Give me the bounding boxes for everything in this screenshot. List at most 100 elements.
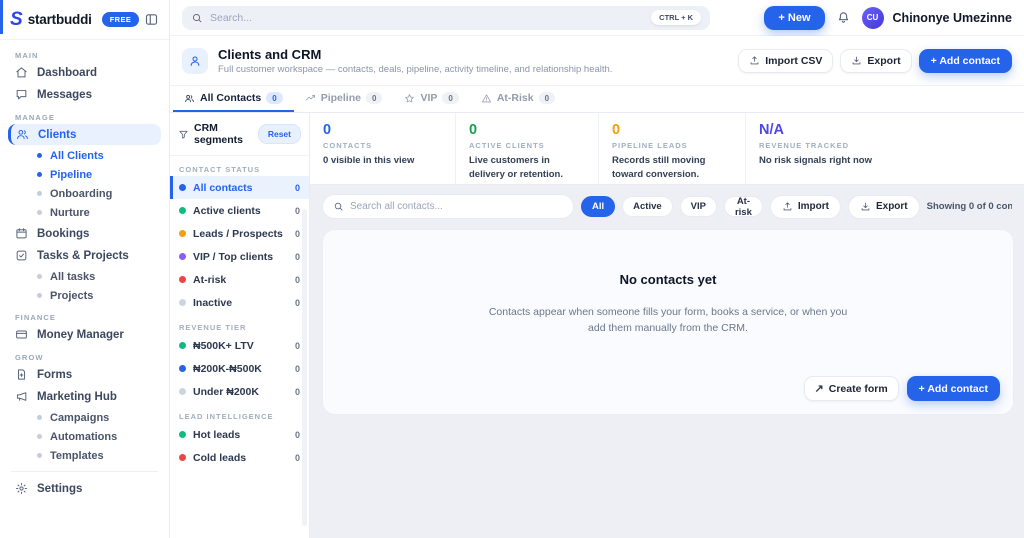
status-dot-icon bbox=[179, 276, 186, 283]
scrollbar[interactable] bbox=[302, 209, 307, 526]
sidebar-item-label: Forms bbox=[37, 369, 72, 381]
tab-pipeline[interactable]: Pipeline 0 bbox=[294, 86, 394, 112]
nav-section-finance: FINANCE bbox=[15, 313, 154, 322]
home-icon bbox=[15, 66, 28, 79]
sidebar-item-nurture[interactable]: Nurture bbox=[8, 203, 161, 222]
global-search-input[interactable] bbox=[210, 12, 644, 24]
sidebar-item-onboarding[interactable]: Onboarding bbox=[8, 184, 161, 203]
filter-all[interactable]: All bbox=[581, 196, 615, 217]
empty-state-title: No contacts yet bbox=[323, 272, 1013, 287]
empty-state-panel: No contacts yet Contacts appear when som… bbox=[322, 229, 1014, 415]
reset-filters-button[interactable]: Reset bbox=[258, 124, 301, 144]
notifications-button[interactable] bbox=[834, 8, 853, 27]
empty-state-actions: ↗ Create form + Add contact bbox=[804, 376, 1000, 401]
stats-row: 0 CONTACTS 0 visible in this view 0 ACTI… bbox=[310, 113, 1024, 185]
contacts-search[interactable] bbox=[322, 194, 574, 219]
tab-label: At-Risk bbox=[497, 92, 534, 104]
sidebar-item-label: Dashboard bbox=[37, 67, 97, 79]
segment-500k-ltv[interactable]: ₦500K+ LTV 0 bbox=[170, 334, 309, 357]
sidebar-item-templates[interactable]: Templates bbox=[8, 446, 161, 465]
status-dot-icon bbox=[179, 388, 186, 395]
sidebar-item-projects[interactable]: Projects bbox=[8, 286, 161, 305]
window-edge-accent bbox=[0, 0, 3, 34]
crm-segments-panel: CRM segments Reset CONTACT STATUS All co… bbox=[170, 113, 310, 538]
sidebar-subitem-label: All Clients bbox=[50, 150, 104, 162]
sidebar-item-campaigns[interactable]: Campaigns bbox=[8, 408, 161, 427]
sidebar-item-label: Tasks & Projects bbox=[37, 250, 129, 262]
sidebar-item-settings[interactable]: Settings bbox=[8, 478, 161, 499]
external-arrow-icon: ↗ bbox=[815, 382, 824, 395]
sidebar-item-pipeline[interactable]: Pipeline bbox=[8, 165, 161, 184]
add-contact-button[interactable]: + Add contact bbox=[919, 49, 1012, 73]
segment-count: 0 bbox=[295, 453, 300, 463]
sidebar-item-all-clients[interactable]: All Clients bbox=[8, 146, 161, 165]
segment-count: 0 bbox=[295, 341, 300, 351]
segment-label: VIP / Top clients bbox=[193, 251, 273, 263]
avatar[interactable]: CU bbox=[862, 7, 884, 29]
logo-row: S startbuddi FREE bbox=[0, 0, 169, 40]
import-button[interactable]: Import bbox=[770, 195, 841, 219]
tab-at-risk[interactable]: At-Risk 0 bbox=[470, 86, 566, 112]
import-csv-button[interactable]: Import CSV bbox=[738, 49, 833, 73]
stat-value: N/A bbox=[759, 122, 1011, 138]
segment-label: At-risk bbox=[193, 274, 226, 286]
stat-label: PIPELINE LEADS bbox=[612, 141, 732, 150]
filter-at-risk[interactable]: At-risk bbox=[724, 196, 763, 217]
segment-vip-top-clients[interactable]: VIP / Top clients 0 bbox=[170, 245, 309, 268]
plan-badge: FREE bbox=[102, 12, 140, 27]
global-search[interactable]: CTRL + K bbox=[182, 6, 710, 30]
segment-group-contact-status: CONTACT STATUS bbox=[179, 165, 300, 174]
tab-count-badge: 0 bbox=[539, 92, 555, 104]
stat-value: 0 bbox=[469, 122, 585, 138]
export-button[interactable]: Export bbox=[840, 49, 911, 73]
segment-200k-500k[interactable]: ₦200K-₦500K 0 bbox=[170, 357, 309, 380]
filter-vip[interactable]: VIP bbox=[680, 196, 717, 217]
sidebar-item-messages[interactable]: Messages bbox=[8, 84, 161, 105]
export-label: Export bbox=[876, 201, 908, 212]
segment-at-risk[interactable]: At-risk 0 bbox=[170, 268, 309, 291]
status-dot-icon bbox=[179, 299, 186, 306]
sidebar-collapse-button[interactable] bbox=[144, 12, 159, 28]
bullet-icon bbox=[37, 210, 42, 215]
stat-label: ACTIVE CLIENTS bbox=[469, 141, 585, 150]
stat-value: 0 bbox=[323, 122, 442, 138]
sidebar-item-forms[interactable]: Forms bbox=[8, 364, 161, 385]
status-dot-icon bbox=[179, 431, 186, 438]
export-button[interactable]: Export bbox=[848, 195, 920, 219]
new-button[interactable]: + New bbox=[764, 6, 824, 30]
person-icon bbox=[182, 48, 208, 74]
segment-hot-leads[interactable]: Hot leads 0 bbox=[170, 423, 309, 446]
bullet-icon bbox=[37, 415, 42, 420]
chat-icon bbox=[15, 88, 28, 101]
users-icon bbox=[16, 128, 29, 141]
tab-vip[interactable]: VIP 0 bbox=[393, 86, 469, 112]
segment-inactive[interactable]: Inactive 0 bbox=[170, 291, 309, 314]
sidebar-item-label: Money Manager bbox=[37, 329, 124, 341]
segment-under-200k[interactable]: Under ₦200K 0 bbox=[170, 380, 309, 403]
sidebar-item-money-manager[interactable]: Money Manager bbox=[8, 324, 161, 345]
segment-all-contacts[interactable]: All contacts 0 bbox=[170, 176, 309, 199]
segment-cold-leads[interactable]: Cold leads 0 bbox=[170, 446, 309, 469]
download-icon bbox=[860, 201, 871, 212]
sidebar-divider bbox=[11, 471, 158, 472]
bell-icon bbox=[836, 10, 851, 25]
segment-leads-prospects[interactable]: Leads / Prospects 0 bbox=[170, 222, 309, 245]
sidebar-item-automations[interactable]: Automations bbox=[8, 427, 161, 446]
sidebar-item-clients[interactable]: Clients bbox=[8, 124, 161, 145]
view-tabs: All Contacts 0 Pipeline 0 VIP 0 At-Risk … bbox=[170, 86, 1024, 113]
filter-active[interactable]: Active bbox=[622, 196, 673, 217]
segment-active-clients[interactable]: Active clients 0 bbox=[170, 199, 309, 222]
contacts-search-input[interactable] bbox=[350, 201, 563, 212]
sidebar-item-bookings[interactable]: Bookings bbox=[8, 223, 161, 244]
stat-active-clients: 0 ACTIVE CLIENTS Live customers in deliv… bbox=[456, 113, 599, 184]
import-label: Import bbox=[798, 201, 829, 212]
page-header: Clients and CRM Full customer workspace … bbox=[170, 36, 1024, 86]
sidebar-item-all-tasks[interactable]: All tasks bbox=[8, 267, 161, 286]
create-form-button[interactable]: ↗ Create form bbox=[804, 376, 899, 401]
sidebar-item-dashboard[interactable]: Dashboard bbox=[8, 62, 161, 83]
sidebar-item-marketing-hub[interactable]: Marketing Hub bbox=[8, 386, 161, 407]
sidebar-item-tasks-projects[interactable]: Tasks & Projects bbox=[8, 245, 161, 266]
download-icon bbox=[851, 55, 862, 66]
tab-all-contacts[interactable]: All Contacts 0 bbox=[173, 86, 294, 112]
add-contact-button[interactable]: + Add contact bbox=[907, 376, 1000, 401]
